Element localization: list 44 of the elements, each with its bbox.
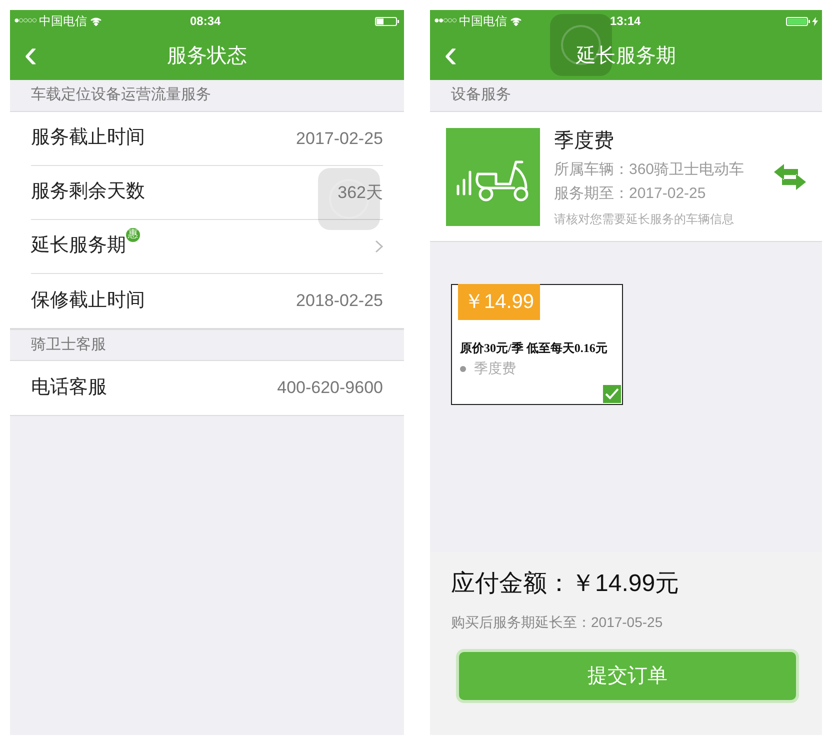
row-value: 2018-02-25 (296, 290, 383, 312)
row-label: 保修截止时间 (31, 288, 145, 313)
product-title: 季度费 (554, 128, 615, 154)
submit-order-button[interactable]: 提交订单 (456, 649, 799, 703)
vehicle-info: 所属车辆：360骑卫士电动车 (554, 160, 746, 180)
scooter-signal-icon (446, 128, 540, 226)
plan-description: 原价30元/季 低至每天0.16元 (460, 341, 608, 356)
extension-date: 购买后服务期延长至：2017-05-25 (451, 613, 664, 632)
hint-text: 请核对您需要延长服务的车辆信息 (554, 210, 735, 228)
signal-icon: ●●○○○ (434, 14, 456, 28)
clock: 08:34 (190, 13, 221, 30)
carrier-name: 中国电信 (459, 13, 508, 30)
wifi-icon (510, 16, 522, 26)
screen-title: 延长服务期 (576, 44, 676, 69)
swap-arrows-icon[interactable] (774, 162, 806, 190)
section-header: 车载定位设备运营流量服务 (31, 85, 211, 106)
chevron-right-icon (375, 240, 383, 253)
row-label: 延长服务期 (31, 234, 126, 258)
row-value: 2017-02-25 (296, 128, 383, 150)
plan-card[interactable]: ￥14.99 原价30元/季 低至每天0.16元 季度费 (451, 284, 623, 405)
back-button[interactable]: ‹ (20, 34, 42, 74)
service-expiry: 服务期至：2017-02-25 (554, 184, 707, 204)
bullet-icon (460, 366, 466, 372)
payment-amount: 应付金额：￥14.99元 (451, 569, 680, 599)
carrier-name: 中国电信 (39, 13, 88, 30)
clock: 13:14 (610, 13, 641, 30)
plan-name: 季度费 (474, 359, 516, 378)
section-header: 骑卫士客服 (31, 334, 106, 355)
back-button[interactable]: ‹ (440, 34, 462, 74)
screen-title: 服务状态 (167, 44, 247, 69)
row-value: 400-620-9600 (277, 377, 383, 400)
checkbox-checked-icon (603, 385, 621, 403)
discount-badge: 惠 (126, 228, 140, 242)
row-value: 362天 (338, 182, 383, 204)
price-tag: ￥14.99 (458, 284, 540, 320)
row-label: 服务剩余天数 (31, 180, 145, 204)
section-header: 设备服务 (451, 85, 511, 106)
battery-icon (375, 16, 400, 26)
battery-icon (786, 16, 811, 26)
signal-icon: ●○○○○ (14, 14, 36, 28)
wifi-icon (90, 16, 102, 26)
lightning-icon (812, 16, 818, 26)
row-label: 服务截止时间 (31, 126, 145, 150)
row-label: 电话客服 (31, 376, 107, 400)
